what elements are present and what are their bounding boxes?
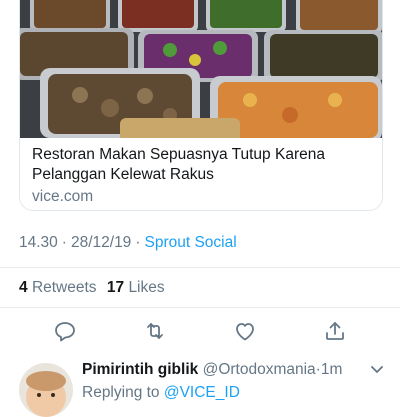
divider (0, 307, 400, 308)
tweet-meta: 14.30 · 28/12/19 · Sprout Social (19, 234, 237, 252)
retweets-label: Retweets (31, 279, 97, 296)
tweet-source-link[interactable]: Sprout Social (144, 234, 236, 251)
like-icon (236, 323, 254, 341)
avatar[interactable] (19, 363, 73, 417)
reply-author-name[interactable]: Pimirintih giblik (82, 361, 198, 378)
divider (0, 267, 400, 268)
replying-to-line: Replying to @VICE_ID (82, 384, 240, 402)
card-image[interactable] (20, 0, 382, 138)
share-icon (326, 322, 344, 340)
likes-count: 17 (106, 279, 125, 296)
retweets-count: 4 (19, 279, 28, 296)
likes-label: Likes (128, 279, 165, 296)
reply-button[interactable] (53, 319, 77, 343)
card-domain[interactable]: vice.com (32, 187, 372, 207)
likes-stat[interactable]: 17 Likes (107, 279, 165, 296)
retweet-icon (147, 323, 163, 339)
meta-separator: · (135, 234, 141, 251)
tweet-action-bar (0, 319, 400, 343)
tweet-date[interactable]: 28/12/19 (71, 234, 131, 251)
retweet-button[interactable] (143, 319, 167, 343)
reply-icon (55, 322, 75, 342)
link-preview-card[interactable]: Restoran Makan Sepuasnya Tutup Karena Pe… (19, 0, 383, 211)
reply-author-handle[interactable]: @Ortodoxmania (203, 361, 316, 378)
reply-tweet[interactable]: Pimirintih giblik @Ortodoxmania·1m Reply… (0, 351, 400, 417)
like-button[interactable] (233, 319, 257, 343)
tweet-time[interactable]: 14.30 (19, 234, 58, 251)
chevron-down-icon[interactable] (370, 365, 384, 375)
tweet-stats: 4 Retweets 17 Likes (19, 279, 165, 297)
replying-to-mention[interactable]: @VICE_ID (164, 384, 240, 401)
retweets-stat[interactable]: 4 Retweets (19, 279, 97, 296)
card-title[interactable]: Restoran Makan Sepuasnya Tutup Karena Pe… (32, 145, 372, 185)
replying-to-label: Replying to (82, 384, 160, 401)
meta-separator: · (61, 234, 67, 251)
reply-time[interactable]: 1m (321, 361, 343, 378)
share-button[interactable] (323, 319, 347, 343)
reply-header: Pimirintih giblik @Ortodoxmania·1m (82, 361, 342, 379)
